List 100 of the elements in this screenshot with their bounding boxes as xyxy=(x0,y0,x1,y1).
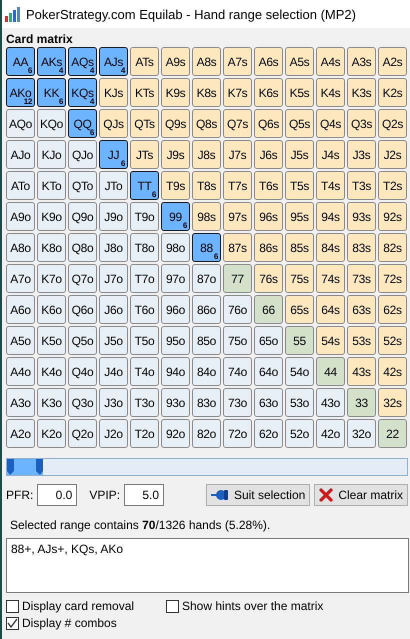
hand-cell[interactable]: T7o xyxy=(130,264,159,293)
hand-cell[interactable]: A9s xyxy=(161,47,190,76)
hand-cell[interactable]: A9o xyxy=(6,202,35,231)
hand-cell[interactable]: Q7o xyxy=(68,264,97,293)
hand-cell[interactable]: 63o xyxy=(254,388,283,417)
hand-cell[interactable]: 96o xyxy=(161,295,190,324)
hand-cell[interactable]: 63s xyxy=(347,295,376,324)
hand-cell[interactable]: T3o xyxy=(130,388,159,417)
hand-cell[interactable]: J8s xyxy=(192,140,221,169)
hand-cell[interactable]: Q9s xyxy=(161,109,190,138)
hand-cell[interactable]: 54o xyxy=(285,357,314,386)
hand-cell[interactable]: 22 xyxy=(378,419,407,448)
hand-cell[interactable]: 97s xyxy=(223,202,252,231)
hand-cell[interactable]: 97o xyxy=(161,264,190,293)
hand-cell[interactable]: AJs 4 xyxy=(99,47,128,76)
hand-cell[interactable]: 86o xyxy=(192,295,221,324)
checkbox[interactable] xyxy=(166,600,179,612)
hand-cell[interactable]: A6o xyxy=(6,295,35,324)
hand-cell[interactable]: 83o xyxy=(192,388,221,417)
hand-cell[interactable]: A5o xyxy=(6,326,35,355)
checkbox[interactable] xyxy=(6,600,19,612)
hand-cell[interactable]: A3o xyxy=(6,388,35,417)
hand-cell[interactable]: KTs xyxy=(130,78,159,107)
hand-cell[interactable]: 72o xyxy=(223,419,252,448)
hand-cell[interactable]: T5o xyxy=(130,326,159,355)
hand-cell[interactable]: Q6o xyxy=(68,295,97,324)
hand-cell[interactable]: 62s xyxy=(378,295,407,324)
hand-cell[interactable]: 82s xyxy=(378,233,407,262)
hand-cell[interactable]: A4s xyxy=(316,47,345,76)
hand-cell[interactable]: 84o xyxy=(192,357,221,386)
hand-cell[interactable]: J9o xyxy=(99,202,128,231)
hand-cell[interactable]: A8s xyxy=(192,47,221,76)
hand-cell[interactable]: ATs xyxy=(130,47,159,76)
hand-cell[interactable]: 65s xyxy=(285,295,314,324)
hand-cell[interactable]: T2s xyxy=(378,171,407,200)
hand-cell[interactable]: K4o xyxy=(37,357,66,386)
hand-cell[interactable]: K4s xyxy=(316,78,345,107)
hand-cell[interactable]: A2o xyxy=(6,419,35,448)
hand-cell[interactable]: K2o xyxy=(37,419,66,448)
hand-cell[interactable]: AKs 4 xyxy=(37,47,66,76)
number-field[interactable]: 5.0 xyxy=(124,484,164,506)
hand-cell[interactable]: Q2o xyxy=(68,419,97,448)
hand-cell[interactable]: J5s xyxy=(285,140,314,169)
hand-cell[interactable]: 74s xyxy=(316,264,345,293)
suit-button[interactable]: Suit selection xyxy=(206,484,310,506)
hand-cell[interactable]: J2o xyxy=(99,419,128,448)
hand-cell[interactable]: K2s xyxy=(378,78,407,107)
hand-cell[interactable]: K6s xyxy=(254,78,283,107)
range-slider[interactable] xyxy=(6,458,408,476)
hand-cell[interactable]: 82o xyxy=(192,419,221,448)
hand-cell[interactable]: JTo xyxy=(99,171,128,200)
clear-button[interactable]: Clear matrix xyxy=(314,484,408,506)
hand-cell[interactable]: T4s xyxy=(316,171,345,200)
hand-cell[interactable]: 76o xyxy=(223,295,252,324)
hand-cell[interactable]: A4o xyxy=(6,357,35,386)
hand-cell[interactable]: 53o xyxy=(285,388,314,417)
hand-cell[interactable]: J3o xyxy=(99,388,128,417)
hand-cell[interactable]: J9s xyxy=(161,140,190,169)
checkbox[interactable] xyxy=(6,616,19,630)
hand-cell[interactable]: 94o xyxy=(161,357,190,386)
hand-cell[interactable]: T5s xyxy=(285,171,314,200)
range-text-field[interactable]: 88+, AJs+, KQs, AKo xyxy=(6,538,409,593)
hand-cell[interactable]: K6o xyxy=(37,295,66,324)
hand-cell[interactable]: QJo xyxy=(68,140,97,169)
hand-cell[interactable]: 75s xyxy=(285,264,314,293)
hand-cell[interactable]: TT 6 xyxy=(130,171,159,200)
hand-cell[interactable]: 93o xyxy=(161,388,190,417)
hand-cell[interactable]: 96s xyxy=(254,202,283,231)
hand-cell[interactable]: KJs xyxy=(99,78,128,107)
hand-cell[interactable]: A7s xyxy=(223,47,252,76)
hand-cell[interactable]: 52o xyxy=(285,419,314,448)
hand-cell[interactable]: KK 6 xyxy=(37,78,66,107)
hand-cell[interactable]: K8o xyxy=(37,233,66,262)
hand-cell[interactable]: T8s xyxy=(192,171,221,200)
hand-cell[interactable]: A7o xyxy=(6,264,35,293)
hand-cell[interactable]: J6s xyxy=(254,140,283,169)
hand-cell[interactable]: 87s xyxy=(223,233,252,262)
hand-cell[interactable]: 98o xyxy=(161,233,190,262)
hand-cell[interactable]: 64o xyxy=(254,357,283,386)
hand-cell[interactable]: QTo xyxy=(68,171,97,200)
hand-cell[interactable]: 94s xyxy=(316,202,345,231)
hand-cell[interactable]: J8o xyxy=(99,233,128,262)
hand-cell[interactable]: 64s xyxy=(316,295,345,324)
hand-cell[interactable]: 92s xyxy=(378,202,407,231)
hand-cell[interactable]: 77 xyxy=(223,264,252,293)
checkbox-label[interactable]: Display card removal xyxy=(22,599,134,613)
hand-cell[interactable]: J2s xyxy=(378,140,407,169)
hand-cell[interactable]: A8o xyxy=(6,233,35,262)
hand-cell[interactable]: T6s xyxy=(254,171,283,200)
hand-cell[interactable]: K9s xyxy=(161,78,190,107)
hand-cell[interactable]: Q7s xyxy=(223,109,252,138)
number-field[interactable]: 0.0 xyxy=(37,484,78,506)
hand-cell[interactable]: KQo xyxy=(37,109,66,138)
hand-cell[interactable]: 43s xyxy=(347,357,376,386)
hand-cell[interactable]: Q6s xyxy=(254,109,283,138)
hand-cell[interactable]: 95o xyxy=(161,326,190,355)
hand-cell[interactable]: 86s xyxy=(254,233,283,262)
hand-cell[interactable]: 85o xyxy=(192,326,221,355)
hand-cell[interactable]: KQs 4 xyxy=(68,78,97,107)
hand-cell[interactable]: Q8s xyxy=(192,109,221,138)
